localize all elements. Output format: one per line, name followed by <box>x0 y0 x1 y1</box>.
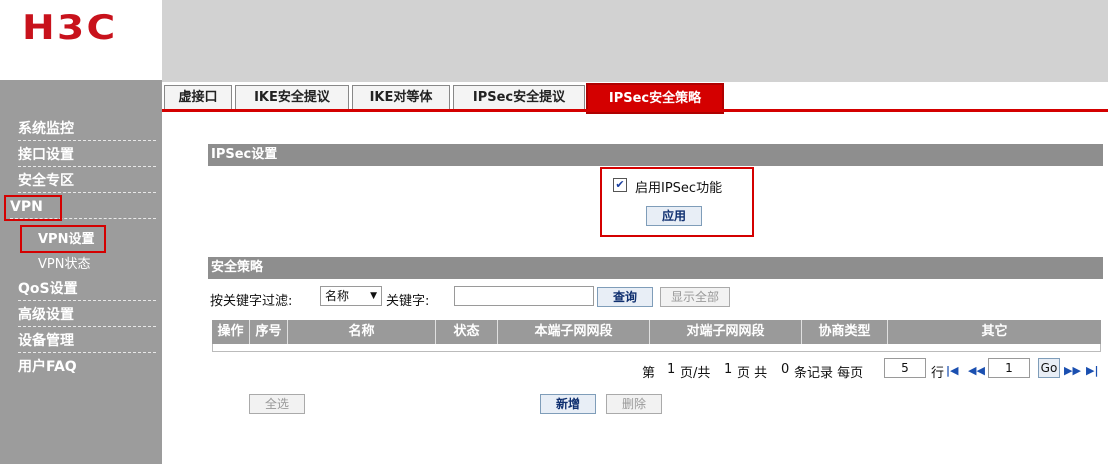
sidebar-item-security-zone[interactable]: 安全专区 <box>18 170 156 193</box>
show-all-button[interactable]: 显示全部 <box>660 287 730 307</box>
ipsec-settings-header: IPSec设置 <box>208 144 1103 166</box>
h3c-logo: H3C <box>22 8 118 48</box>
col-other: 其它 <box>981 324 1008 339</box>
go-button[interactable]: Go <box>1038 358 1060 378</box>
previous-page-icon[interactable]: ◀◀ <box>968 364 985 377</box>
filter-label: 按关键字过滤: <box>210 294 293 309</box>
next-page-icon[interactable]: ▶▶ <box>1064 364 1081 377</box>
sidebar-subitem-vpn-status[interactable]: VPN状态 <box>38 253 90 272</box>
filter-field-value: 名称 <box>325 289 350 303</box>
tab-virtual-interface[interactable]: 虚接口 <box>164 85 232 110</box>
col-operation: 操作 <box>212 320 250 344</box>
pagination-row-text: 行 <box>931 366 945 381</box>
col-status: 状态 <box>436 320 498 344</box>
pagination-total-records: 0 <box>781 362 790 377</box>
sidebar-item-qos-settings[interactable]: QoS设置 <box>18 278 156 301</box>
sidebar-item-user-faq[interactable]: 用户FAQ <box>18 356 156 378</box>
pagination-current-page: 1 <box>667 362 676 377</box>
pagination-of-text: 页/共 <box>680 366 711 381</box>
col-index: 序号 <box>250 320 288 344</box>
filter-field-select[interactable]: 名称 ▼ <box>320 286 382 306</box>
select-all-button[interactable]: 全选 <box>249 394 305 414</box>
enable-ipsec-label: 启用IPSec功能 <box>635 181 723 196</box>
last-page-icon[interactable]: ▶| <box>1086 364 1098 377</box>
sidebar-item-interface-settings[interactable]: 接口设置 <box>18 144 156 167</box>
col-remote-subnet: 对端子网网段 <box>650 320 802 344</box>
sidebar-item-advanced-settings[interactable]: 高级设置 <box>18 304 156 327</box>
per-page-input[interactable]: 5 <box>884 358 926 378</box>
keyword-input[interactable] <box>454 286 594 306</box>
goto-page-input[interactable]: 1 <box>988 358 1030 378</box>
policy-table-body <box>212 344 1101 352</box>
sidebar-item-system-monitor[interactable]: 系统监控 <box>18 118 156 141</box>
tab-ike-peer[interactable]: IKE对等体 <box>352 85 450 110</box>
tab-ike-proposal[interactable]: IKE安全提议 <box>235 85 349 110</box>
security-policy-header: 安全策略 <box>208 257 1103 279</box>
pagination-records-text: 条记录 每页 <box>794 366 864 381</box>
apply-button[interactable]: 应用 <box>646 206 702 226</box>
col-name: 名称 <box>288 320 436 344</box>
vpn-settings-highlight <box>20 225 106 253</box>
pagination-total-pages: 1 <box>724 362 733 377</box>
sidebar-item-device-management[interactable]: 设备管理 <box>18 330 156 353</box>
col-local-subnet: 本端子网网段 <box>498 320 650 344</box>
pagination-pages-text: 页 共 <box>737 366 768 381</box>
first-page-icon[interactable]: |◀ <box>946 364 958 377</box>
enable-ipsec-checkbox[interactable]: ✔ <box>613 178 627 192</box>
vpn-highlight <box>4 195 62 221</box>
top-banner <box>162 0 1108 82</box>
tab-ipsec-proposal[interactable]: IPSec安全提议 <box>453 85 585 110</box>
chevron-down-icon: ▼ <box>370 291 377 301</box>
query-button[interactable]: 查询 <box>597 287 653 307</box>
col-negotiation-type: 协商类型 <box>802 320 888 344</box>
delete-button[interactable]: 删除 <box>606 394 662 414</box>
keyword-label: 关键字: <box>386 294 430 309</box>
pagination-page-prefix: 第 <box>642 366 656 381</box>
add-button[interactable]: 新增 <box>540 394 596 414</box>
tab-underline <box>162 109 1108 112</box>
